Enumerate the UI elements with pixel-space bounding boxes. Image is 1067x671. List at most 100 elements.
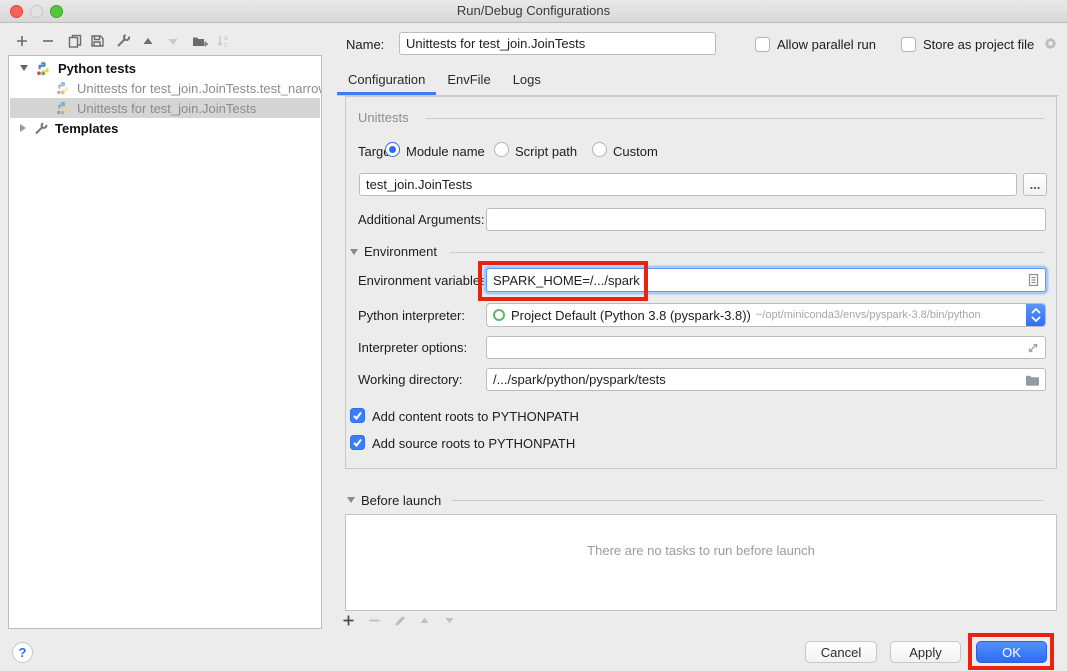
python-test-config-icon: [56, 81, 70, 95]
tree-item-jointests-selected[interactable]: Unittests for test_join.JoinTests: [10, 98, 320, 118]
remove-icon: [40, 33, 56, 49]
help-button[interactable]: ?: [12, 642, 33, 663]
tree-item-templates[interactable]: Templates: [10, 118, 320, 138]
tree-item-label: Unittests for test_join.JoinTests: [77, 101, 256, 116]
before-launch-divider: [452, 500, 1043, 501]
add-task-button[interactable]: [338, 610, 358, 630]
before-launch-section-label[interactable]: Before launch: [361, 493, 441, 508]
environment-variables-input[interactable]: SPARK_HOME=/.../spark: [486, 268, 1046, 292]
configuration-panel: Unittests Target: Module name Script pat…: [345, 96, 1057, 469]
unittests-group-title: Unittests: [358, 110, 409, 126]
tree-item-test-narrow[interactable]: Unittests for test_join.JoinTests.test_n…: [10, 78, 320, 98]
python-tests-icon: [36, 61, 51, 76]
browse-environment-variables-button[interactable]: [1025, 272, 1041, 288]
name-value: Unittests for test_join.JoinTests: [406, 36, 585, 51]
add-content-roots-checkbox[interactable]: [350, 408, 365, 423]
radio-custom[interactable]: [592, 142, 607, 157]
name-label: Name:: [346, 37, 384, 53]
store-as-project-file-checkbox[interactable]: [901, 37, 916, 52]
store-as-project-file-label: Store as project file: [923, 37, 1034, 53]
pencil-icon: [393, 613, 408, 628]
gear-icon: [1042, 35, 1059, 52]
dropdown-stepper-icon[interactable]: [1026, 303, 1046, 327]
browse-working-directory-button[interactable]: [1024, 372, 1041, 387]
variables-list-icon: [1025, 272, 1041, 288]
working-directory-label: Working directory:: [358, 372, 463, 388]
edit-templates-button[interactable]: [113, 31, 133, 51]
tree-item-label: Templates: [55, 121, 118, 136]
ok-button[interactable]: OK: [976, 641, 1047, 663]
before-launch-collapse-chevron-icon[interactable]: [347, 497, 355, 503]
configurations-tree: Python tests Unittests for test_join.Joi…: [8, 55, 322, 629]
new-folder-button[interactable]: [190, 31, 210, 51]
edit-task-button[interactable]: [390, 610, 410, 630]
radio-script-path-label: Script path: [515, 144, 577, 160]
tree-item-label: Unittests for test_join.JoinTests.test_n…: [77, 81, 322, 96]
name-input[interactable]: Unittests for test_join.JoinTests: [399, 32, 716, 55]
move-up-icon: [417, 613, 432, 628]
add-source-roots-label: Add source roots to PYTHONPATH: [372, 436, 575, 452]
remove-configuration-button[interactable]: [38, 31, 58, 51]
move-down-icon: [442, 613, 457, 628]
run-debug-configurations-dialog: Run/Debug Configurations az Python tests: [0, 0, 1067, 671]
browse-target-button[interactable]: ...: [1023, 173, 1047, 196]
save-configuration-button[interactable]: [87, 31, 107, 51]
python-interpreter-path: ~/opt/miniconda3/envs/pyspark-3.8/bin/py…: [756, 309, 981, 321]
chevron-right-icon[interactable]: [20, 124, 26, 132]
interpreter-options-input[interactable]: [486, 336, 1046, 359]
chevron-down-icon[interactable]: [20, 65, 28, 71]
cancel-button[interactable]: Cancel: [805, 641, 877, 663]
target-value: test_join.JoinTests: [366, 177, 472, 192]
allow-parallel-run-label: Allow parallel run: [777, 37, 876, 53]
apply-button[interactable]: Apply: [890, 641, 961, 663]
store-settings-gear-button[interactable]: [1042, 35, 1059, 55]
add-configuration-button[interactable]: [12, 31, 32, 51]
python-interpreter-value: Project Default (Python 3.8 (pyspark-3.8…: [511, 308, 751, 323]
add-icon: [341, 613, 356, 628]
remove-task-button[interactable]: [364, 610, 384, 630]
working-directory-value: /.../spark/python/pyspark/tests: [493, 372, 666, 387]
move-task-up-button[interactable]: [414, 610, 434, 630]
allow-parallel-run-checkbox[interactable]: [755, 37, 770, 52]
python-test-config-icon: [56, 101, 70, 115]
radio-script-path[interactable]: [494, 142, 509, 157]
tree-item-python-tests[interactable]: Python tests: [10, 58, 320, 78]
tab-envfile[interactable]: EnvFile: [436, 66, 501, 95]
checkmark-icon: [352, 437, 363, 448]
add-icon: [14, 33, 30, 49]
radio-custom-label: Custom: [613, 144, 658, 160]
python-interpreter-select[interactable]: Project Default (Python 3.8 (pyspark-3.8…: [486, 303, 1046, 327]
move-down-button[interactable]: [163, 31, 183, 51]
additional-arguments-input[interactable]: [486, 208, 1046, 231]
expand-field-button[interactable]: [1025, 340, 1041, 356]
tree-item-label: Python tests: [58, 61, 136, 76]
remove-icon: [367, 613, 382, 628]
titlebar: Run/Debug Configurations: [0, 0, 1067, 23]
python-interpreter-label: Python interpreter:: [358, 308, 465, 324]
copy-configuration-button[interactable]: [65, 31, 85, 51]
environment-collapse-chevron-icon[interactable]: [350, 249, 358, 255]
ellipsis-icon: ...: [1030, 181, 1041, 189]
tab-bar: Configuration EnvFile Logs: [337, 66, 552, 95]
svg-text:z: z: [224, 42, 228, 49]
folder-icon: [1024, 372, 1041, 387]
tab-configuration[interactable]: Configuration: [337, 66, 436, 95]
move-up-button[interactable]: [138, 31, 158, 51]
working-directory-input[interactable]: /.../spark/python/pyspark/tests: [486, 368, 1046, 391]
expand-diagonal-icon: [1025, 340, 1041, 356]
environment-variables-value: SPARK_HOME=/.../spark: [493, 273, 640, 288]
move-task-down-button[interactable]: [439, 610, 459, 630]
new-folder-icon: [191, 33, 209, 49]
radio-module-name[interactable]: [385, 142, 400, 157]
add-source-roots-checkbox[interactable]: [350, 435, 365, 450]
wrench-icon: [115, 33, 131, 49]
before-launch-empty-text: There are no tasks to run before launch: [346, 543, 1056, 558]
sort-configurations-button[interactable]: az: [213, 31, 233, 51]
environment-variables-label: Environment variables:: [358, 273, 490, 289]
tab-logs[interactable]: Logs: [502, 66, 552, 95]
sort-alphabetically-icon: az: [215, 33, 231, 49]
conda-environment-icon: [493, 309, 505, 321]
additional-arguments-label: Additional Arguments:: [358, 212, 484, 228]
target-input[interactable]: test_join.JoinTests: [359, 173, 1017, 196]
environment-section-label[interactable]: Environment: [364, 244, 437, 259]
